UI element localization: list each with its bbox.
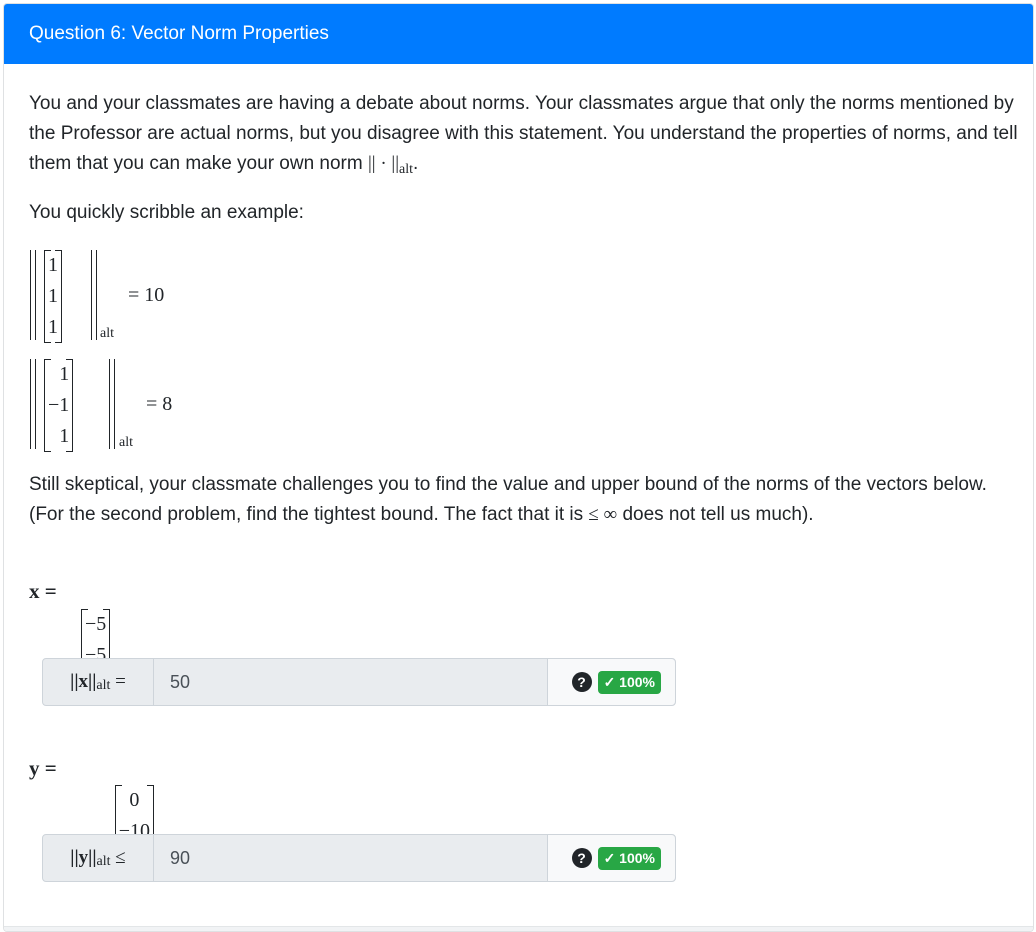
example-1-vector: 1 1 1 [44,250,62,343]
x-label: x = [29,579,57,603]
answer-x-input[interactable]: 50 [154,659,548,705]
answer-y-group: ||y|| alt ≤ 90 ? ✓ 100% [42,834,676,882]
example-2: 1 −1 1 alt = 8 [30,359,250,452]
answer-x-label: ||x|| alt = [43,659,154,705]
alt-norm-symbol: || · ||alt [368,153,414,177]
answer-y-status: ? ✓ 100% [548,835,675,881]
answer-y-label: ||y|| alt ≤ [43,835,154,881]
help-icon[interactable]: ? [571,848,592,868]
help-icon[interactable]: ? [571,672,592,692]
question-body: You and your classmates are having a deb… [29,89,1019,181]
example-2-result: = 8 [146,393,173,415]
challenge-paragraph: Still skeptical, your classmate challeng… [29,474,987,525]
answer-x-status: ? ✓ 100% [548,659,675,705]
example-intro: You quickly scribble an example: [29,202,304,223]
question-card: Question 6: Vector Norm Properties You a… [3,3,1034,932]
y-label: y = [29,756,57,780]
answer-y-input[interactable]: 90 [154,835,548,881]
example-1-result: = 10 [128,284,165,306]
card-footer-divider [4,926,1033,931]
intro-paragraph: You and your classmates are having a deb… [29,93,1018,177]
example-2-vector: 1 −1 1 [44,359,74,452]
question-title: Question 6: Vector Norm Properties [4,4,1033,64]
answer-x-group: ||x|| alt = 50 ? ✓ 100% [42,658,676,706]
example-1: 1 1 1 alt = 10 [30,250,230,343]
score-badge: ✓ 100% [597,846,661,870]
score-badge: ✓ 100% [597,670,661,694]
